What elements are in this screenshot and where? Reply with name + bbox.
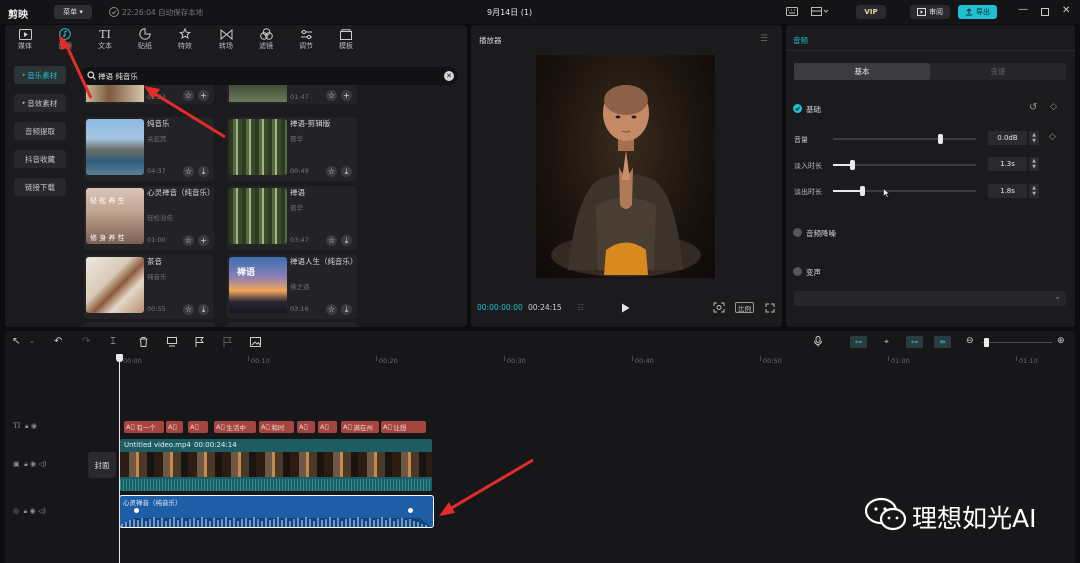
arrow-to-audio-tab [59, 35, 93, 99]
arrow-to-audio-clip [439, 458, 534, 516]
arrow-to-search [144, 86, 226, 139]
annotation-arrows [59, 35, 534, 516]
